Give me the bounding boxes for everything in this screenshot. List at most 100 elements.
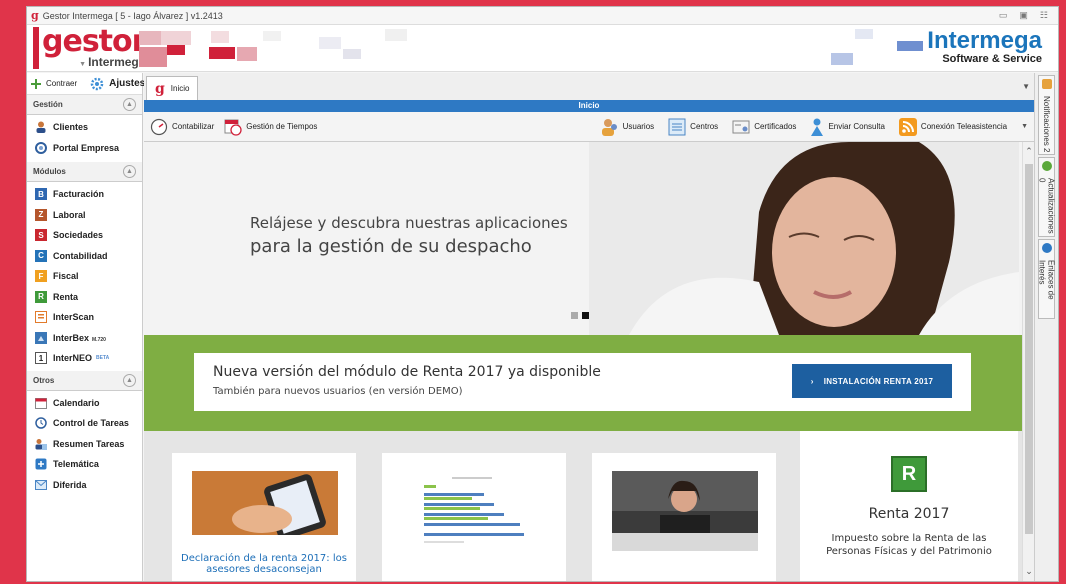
sidebar-item-control-tareas[interactable]: Control de Tareas xyxy=(27,413,142,434)
interbex-icon xyxy=(35,331,47,344)
toolbar: Contabilizar Gestión de Tiempos Usuarios xyxy=(144,112,1034,142)
collapse-icon[interactable]: ▲ xyxy=(123,98,136,111)
gestion-tiempos-button[interactable]: Gestión de Tiempos xyxy=(224,118,317,136)
scroll-down-icon[interactable]: ⌄ xyxy=(1023,566,1034,577)
sidebar-item-diferida[interactable]: Diferida xyxy=(27,475,142,496)
sidebar-item-fiscal[interactable]: F Fiscal xyxy=(27,266,142,287)
contabilizar-button[interactable]: Contabilizar xyxy=(150,118,214,136)
ajustes-button[interactable]: Ajustes xyxy=(109,78,145,89)
news-card-2[interactable] xyxy=(382,453,566,581)
enviar-consulta-button[interactable]: Enviar Consulta xyxy=(810,118,885,136)
consulta-icon xyxy=(810,118,824,136)
sidebar-item-laboral[interactable]: Z Laboral xyxy=(27,205,142,226)
content-area: Relájese y descubra nuestras aplicacione… xyxy=(144,142,1034,581)
sidebar-item-interbex[interactable]: InterBex M.720 xyxy=(27,328,142,349)
scroll-up-icon[interactable]: ⌃ xyxy=(1023,146,1034,157)
carousel-dot-2[interactable] xyxy=(582,312,589,319)
renta-icon: R xyxy=(35,290,47,303)
notificaciones-tab[interactable]: Notificaciones 2 xyxy=(1038,75,1055,155)
gestor-tab-icon: g xyxy=(155,80,165,97)
gestor-logo-text: gestor xyxy=(42,25,146,59)
hero-line-1: Relájese y descubra nuestras aplicacione… xyxy=(250,214,568,232)
collapse-icon[interactable]: ▲ xyxy=(123,165,136,178)
collapse-icon[interactable]: ▲ xyxy=(123,373,136,387)
chart-thumbnail xyxy=(402,471,548,551)
contraer-button[interactable]: Contraer xyxy=(46,79,77,88)
cards-row: Declaración de la renta 2017: los asesor… xyxy=(144,431,1034,581)
contraer-icon[interactable] xyxy=(31,78,41,89)
instalacion-renta-button[interactable]: › INSTALACIÓN RENTA 2017 xyxy=(792,364,952,398)
section-modulos[interactable]: Módulos ▲ xyxy=(27,162,142,182)
users-icon xyxy=(601,118,619,136)
right-rail: Notificaciones 2 Actualizaciones 0 Enlac… xyxy=(1034,73,1058,581)
centros-button[interactable]: Centros xyxy=(668,118,718,136)
promo-subtitle: También para nuevos usuarios (en versión… xyxy=(213,386,463,397)
centros-icon xyxy=(668,118,686,136)
portal-icon xyxy=(35,141,47,154)
sidebar-item-interneo[interactable]: 1 InterNEO BETA xyxy=(27,348,142,369)
main-area: g Inicio ▼ Inicio Contabilizar Gestión d… xyxy=(144,73,1034,581)
promo-title: Nueva versión del módulo de Renta 2017 y… xyxy=(213,364,601,380)
usuarios-button[interactable]: Usuarios xyxy=(601,118,654,136)
sociedades-icon: S xyxy=(35,229,47,242)
promo-band: Nueva versión del módulo de Renta 2017 y… xyxy=(144,335,1034,431)
sidebar-item-telematica[interactable]: Telemática xyxy=(27,454,142,475)
intermega-logo: Intermega Software & Service xyxy=(897,27,1042,65)
globe-icon xyxy=(1041,243,1052,256)
app-icon: g xyxy=(31,9,39,22)
certificados-button[interactable]: Certificados xyxy=(732,118,796,136)
news-card-3[interactable] xyxy=(592,453,776,581)
laboral-icon: Z xyxy=(35,208,47,221)
intermega-logo-subtext: Software & Service xyxy=(942,53,1042,65)
fiscal-icon: F xyxy=(35,270,47,283)
news-card-1-link[interactable]: Declaración de la renta 2017: los asesor… xyxy=(172,553,356,575)
sidebar-item-interscan[interactable]: InterScan xyxy=(27,307,142,328)
task-summary-icon xyxy=(35,438,47,450)
renta-card[interactable]: R Renta 2017 Impuesto sobre la Renta de … xyxy=(800,431,1018,581)
enlaces-tab[interactable]: Enlaces de Interés xyxy=(1038,239,1056,319)
maximize-button[interactable]: ▣ xyxy=(1019,10,1028,21)
gestor-logo: gestor Intermega xyxy=(33,25,146,69)
app-window: g Gestor Intermega [ 5 - Iago Álvarez ] … xyxy=(26,6,1059,582)
certificate-icon xyxy=(732,118,750,136)
sidebar-item-calendario[interactable]: Calendario xyxy=(27,393,142,414)
mail-icon xyxy=(35,479,47,490)
carousel-dot-1[interactable] xyxy=(571,312,578,319)
phone-photo xyxy=(192,471,338,540)
tabs-dropdown-icon[interactable]: ▼ xyxy=(1022,82,1030,91)
telematica-icon xyxy=(35,458,47,470)
person-icon xyxy=(35,121,47,134)
actualizaciones-tab[interactable]: Actualizaciones 0 xyxy=(1038,157,1056,237)
gear-icon[interactable] xyxy=(90,77,104,91)
sidebar-item-contabilidad[interactable]: C Contabilidad xyxy=(27,246,142,267)
calendar-clock-icon xyxy=(224,118,242,136)
sidebar-item-clientes[interactable]: Clientes xyxy=(27,117,142,138)
contabilidad-icon: C xyxy=(35,249,47,262)
vertical-scrollbar[interactable]: ⌃ ⌄ xyxy=(1022,142,1034,581)
scrollbar-thumb[interactable] xyxy=(1025,164,1033,534)
contabilizar-icon xyxy=(150,118,168,136)
calendar-icon xyxy=(35,397,47,409)
minimize-button[interactable]: ▭ xyxy=(999,10,1008,21)
renta-logo-icon: R xyxy=(891,456,927,492)
promo-box: Nueva versión del módulo de Renta 2017 y… xyxy=(194,353,971,411)
section-gestion[interactable]: Gestión ▲ xyxy=(27,95,142,115)
hero-line-2: para la gestión de su despacho xyxy=(250,236,532,257)
hero-carousel[interactable]: Relájese y descubra nuestras aplicacione… xyxy=(144,142,1034,335)
tab-inicio[interactable]: g Inicio xyxy=(146,76,199,100)
sidebar-item-resumen-tareas[interactable]: Resumen Tareas xyxy=(27,434,142,455)
sidebar-item-portal-empresa[interactable]: Portal Empresa xyxy=(27,138,142,159)
sidebar: Contraer Ajustes Gestión ▲ Clientes Port… xyxy=(27,73,145,581)
sidebar-item-renta[interactable]: R Renta xyxy=(27,287,142,308)
section-otros[interactable]: Otros ▲ xyxy=(27,370,142,391)
intermega-logo-text: Intermega xyxy=(927,27,1042,54)
renta-card-title: Renta 2017 xyxy=(868,506,950,522)
conexion-teleasistencia-button[interactable]: Conexión Teleasistencia xyxy=(898,117,1007,136)
sidebar-item-sociedades[interactable]: S Sociedades xyxy=(27,225,142,246)
sidebar-item-facturacion[interactable]: B Facturación xyxy=(27,184,142,205)
window-title: Gestor Intermega [ 5 - Iago Álvarez ] v1… xyxy=(42,10,223,21)
toolbar-more-icon[interactable]: ▼ xyxy=(1021,123,1028,130)
news-card-1[interactable]: Declaración de la renta 2017: los asesor… xyxy=(172,453,356,581)
close-button[interactable]: ☷ xyxy=(1040,10,1048,21)
interneo-icon: 1 xyxy=(35,352,47,365)
